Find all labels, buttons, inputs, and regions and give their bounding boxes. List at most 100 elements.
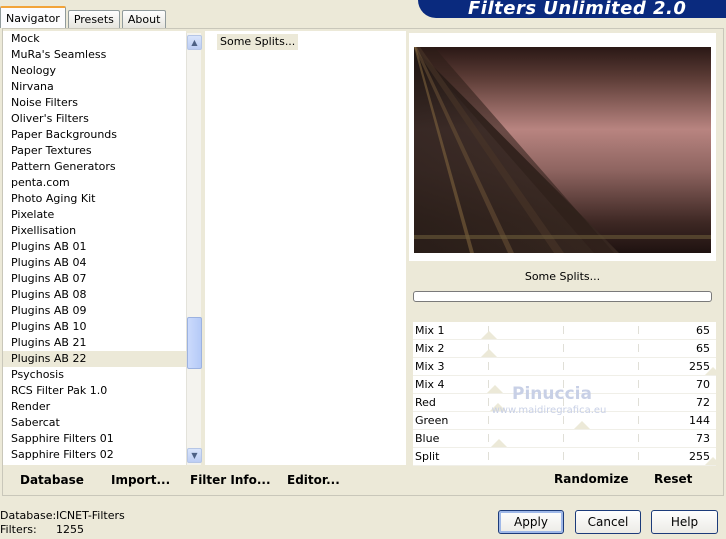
slider-tick (638, 362, 639, 370)
slider-tick (563, 326, 564, 334)
slider-tick (488, 362, 489, 370)
slider-thumb[interactable] (574, 421, 590, 429)
param-value: 70 (696, 378, 710, 391)
filter-item-some-splits[interactable]: Some Splits... (217, 34, 299, 50)
category-item[interactable]: Sapphire Filters 01 (3, 431, 186, 447)
scroll-up-button[interactable]: ▲ (187, 35, 202, 50)
param-value: 65 (696, 324, 710, 337)
tab-presets[interactable]: Presets (67, 10, 120, 28)
category-item[interactable]: Mock (3, 31, 186, 47)
slider-tick (563, 452, 564, 460)
slider-tick (638, 434, 639, 442)
category-item[interactable]: Neology (3, 63, 186, 79)
slider-tick (563, 344, 564, 352)
slider-tick (488, 452, 489, 460)
category-item[interactable]: Pixellisation (3, 223, 186, 239)
slider-tick (638, 344, 639, 352)
slider-tick (488, 416, 489, 424)
param-slider-mix-2[interactable]: Mix 2 65 (413, 340, 716, 358)
category-item[interactable]: Oliver's Filters (3, 111, 186, 127)
param-value: 255 (689, 450, 710, 463)
slider-tick (638, 326, 639, 334)
param-slider-split[interactable]: Split 255 (413, 448, 721, 466)
param-slider-mix-1[interactable]: Mix 1 65 (413, 322, 716, 340)
slider-thumb[interactable] (491, 439, 507, 447)
slider-tick (563, 362, 564, 370)
filters-label: Filters: (0, 523, 37, 536)
category-item[interactable]: Plugins AB 04 (3, 255, 186, 271)
slider-tick (638, 452, 639, 460)
tab-about[interactable]: About (121, 10, 167, 28)
category-item[interactable]: penta.com (3, 175, 186, 191)
slider-tick (563, 416, 564, 424)
category-list[interactable]: Mock MuRa's Seamless Neology Nirvana Noise F… (3, 31, 186, 465)
editor-link[interactable]: Editor... (287, 473, 340, 487)
database-link[interactable]: Database (20, 473, 84, 487)
database-label: Database: (0, 509, 57, 522)
param-value: 65 (696, 342, 710, 355)
category-item[interactable]: Pixelate (3, 207, 186, 223)
slider-thumb[interactable] (481, 349, 497, 357)
slider-tick (563, 434, 564, 442)
param-label: Blue (415, 432, 440, 445)
category-item[interactable]: Plugins AB 22 (3, 351, 186, 367)
scroll-thumb[interactable] (187, 317, 202, 369)
param-label: Red (415, 396, 436, 409)
scroll-down-button[interactable]: ▼ (187, 448, 202, 463)
filter-info-link[interactable]: Filter Info... (190, 473, 271, 487)
category-item[interactable]: Plugins AB 09 (3, 303, 186, 319)
param-value: 255 (689, 360, 710, 373)
param-value: 72 (696, 396, 710, 409)
param-label: Mix 2 (415, 342, 445, 355)
category-item[interactable]: Psychosis (3, 367, 186, 383)
param-label: Mix 3 (415, 360, 445, 373)
cancel-button[interactable]: Cancel (575, 510, 641, 534)
watermark-name: Pinuccia (512, 384, 592, 404)
category-item[interactable]: Plugins AB 07 (3, 271, 186, 287)
app-title: Filters Unlimited 2.0 (468, 0, 687, 19)
param-label: Green (415, 414, 449, 427)
filters-count: 1255 (56, 523, 84, 536)
category-item[interactable]: Photo Aging Kit (3, 191, 186, 207)
category-item[interactable]: Plugins AB 21 (3, 335, 186, 351)
category-item[interactable]: Sabercat (3, 415, 186, 431)
preview-filter-name: Some Splits... (524, 270, 601, 283)
randomize-button[interactable]: Randomize (554, 472, 628, 486)
category-item[interactable]: Sapphire Filters 02 (3, 447, 186, 463)
category-scrollbar[interactable]: ▲ ▼ (186, 33, 202, 465)
slider-thumb[interactable] (481, 331, 497, 339)
category-item[interactable]: Nirvana (3, 79, 186, 95)
import-link[interactable]: Import... (111, 473, 170, 487)
category-item[interactable]: Plugins AB 08 (3, 287, 186, 303)
slider-tick (638, 398, 639, 406)
tab-bar: Navigator Presets About (0, 6, 168, 28)
status-info: Database:ICNET-Filters Filters: 1255 (0, 509, 125, 537)
category-item[interactable]: Pattern Generators (3, 159, 186, 175)
reset-button[interactable]: Reset (654, 472, 692, 486)
category-item[interactable]: RCS Filter Pak 1.0 (3, 383, 186, 399)
watermark-url: www.maidiregrafica.eu (491, 405, 607, 416)
slider-tick (488, 434, 489, 442)
slider-tick (638, 416, 639, 424)
param-label: Mix 1 (415, 324, 445, 337)
category-item[interactable]: Plugins AB 01 (3, 239, 186, 255)
category-item[interactable]: Paper Backgrounds (3, 127, 186, 143)
preview-image (414, 47, 711, 253)
param-value: 144 (689, 414, 710, 427)
param-slider-mix-3[interactable]: Mix 3 255 (413, 358, 721, 376)
help-button[interactable]: Help (651, 510, 718, 534)
category-item[interactable]: Render (3, 399, 186, 415)
param-label: Split (415, 450, 440, 463)
progress-bar (413, 291, 712, 302)
param-label: Mix 4 (415, 378, 445, 391)
category-item[interactable]: MuRa's Seamless (3, 47, 186, 63)
param-slider-blue[interactable]: Blue 73 (413, 430, 716, 448)
link-bar: Database Import... Filter Info... Editor… (3, 466, 406, 494)
slider-tick (638, 380, 639, 388)
category-item[interactable]: Plugins AB 10 (3, 319, 186, 335)
category-item[interactable]: Paper Textures (3, 143, 186, 159)
tab-navigator[interactable]: Navigator (0, 6, 66, 28)
param-value: 73 (696, 432, 710, 445)
category-item[interactable]: Noise Filters (3, 95, 186, 111)
apply-button[interactable]: Apply (498, 510, 564, 534)
